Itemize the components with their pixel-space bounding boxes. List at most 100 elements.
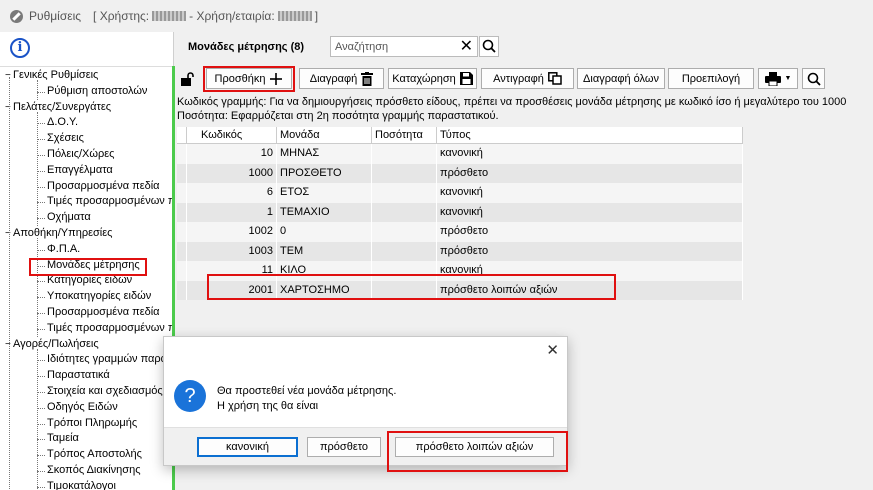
user-label: [ Χρήστης: xyxy=(93,9,150,23)
cell-type[interactable]: κανονική xyxy=(437,183,743,203)
cell-code[interactable]: 1003 xyxy=(187,241,277,261)
column-header-type[interactable]: Τύπος xyxy=(437,127,743,144)
add-button-highlight xyxy=(203,66,295,92)
trash-icon xyxy=(361,71,374,86)
column-header-code[interactable]: Κωδικός γραμμής xyxy=(187,127,277,157)
tree-item[interactable]: Σχέσεις xyxy=(47,131,84,147)
cell-unit[interactable]: ΤΕΜΑΧΙΟ xyxy=(277,202,372,222)
delete-button[interactable]: Διαγραφή xyxy=(299,68,384,89)
tree-item[interactable]: Επαγγέλματα xyxy=(47,163,113,179)
cell-quantity[interactable] xyxy=(372,163,437,183)
tree-item[interactable]: Παραστατικά xyxy=(47,368,110,384)
cell-unit[interactable]: ΠΡΟΣΘΕΤΟ xyxy=(277,163,372,183)
copy-icon xyxy=(547,72,562,85)
tree-item[interactable]: Σκοπός Διακίνησης xyxy=(47,463,141,479)
search-button[interactable] xyxy=(479,36,499,57)
unlock-icon[interactable] xyxy=(180,72,194,86)
cell-code[interactable]: 10 xyxy=(187,144,277,164)
set-default-button[interactable]: Προεπιλογή xyxy=(668,68,754,89)
dialog-message-line1: Θα προστεθεί νέα μονάδα μέτρησης. xyxy=(217,385,397,397)
settings-window: Ρυθμίσεις [ Χρήστης: - Χρήση/εταιρία: ] … xyxy=(0,0,873,490)
tree-item[interactable]: Δ.Ο.Υ. xyxy=(47,115,78,131)
save-button[interactable]: Καταχώρηση xyxy=(388,68,477,89)
clear-search-icon[interactable]: ✕ xyxy=(460,38,473,55)
tree-item[interactable]: Ιδιότητες γραμμών παρα xyxy=(47,352,167,368)
cell-code[interactable]: 6 xyxy=(187,183,277,203)
cell-unit[interactable]: 0 xyxy=(277,222,372,242)
cell-type[interactable]: κανονική xyxy=(437,144,743,164)
cell-unit[interactable]: ΕΤΟΣ xyxy=(277,183,372,203)
cell-type[interactable]: πρόσθετο xyxy=(437,241,743,261)
tree-item[interactable]: Τιμές προσαρμοσμένων π xyxy=(47,194,174,210)
tree-item[interactable]: Ρύθμιση αποστολών xyxy=(47,84,147,100)
delete-button-label: Διαγραφή xyxy=(309,72,358,85)
cell-type[interactable]: κανονική xyxy=(437,202,743,222)
copy-button-label: Αντιγραφή xyxy=(493,72,544,85)
table-row[interactable]: 10 ΜΗΝΑΣ κανονική xyxy=(177,144,743,164)
settings-tree: − Γενικές Ρυθμίσεις Ρύθμιση αποστολών − Πελά… xyxy=(0,66,174,490)
tree-item[interactable]: Τρόποι Πληρωμής xyxy=(47,416,137,432)
table-row[interactable]: 1003 ΤΕΜ πρόσθετο xyxy=(177,241,743,261)
table-row[interactable]: 6 ΕΤΟΣ κανονική xyxy=(177,183,743,203)
row-indicator xyxy=(177,202,187,222)
tree-item[interactable]: Τιμοκατάλογοι xyxy=(47,479,116,490)
print-button[interactable]: ▼ xyxy=(758,68,798,89)
tree-item[interactable]: Τιμές προσαρμοσμένων π xyxy=(47,321,174,337)
row-indicator xyxy=(177,280,187,300)
table-row[interactable]: 1000 ΠΡΟΣΘΕΤΟ πρόσθετο xyxy=(177,163,743,183)
cell-unit[interactable]: ΜΗΝΑΣ xyxy=(277,144,372,164)
cell-quantity[interactable] xyxy=(372,241,437,261)
normal-type-button[interactable]: κανονική xyxy=(197,437,298,457)
cell-quantity[interactable] xyxy=(372,202,437,222)
delete-all-button-label: Διαγραφή όλων xyxy=(583,72,659,85)
cell-quantity[interactable] xyxy=(372,222,437,242)
tree-item[interactable]: Προσαρμοσμένα πεδία xyxy=(47,179,160,195)
cell-code[interactable]: 1002 xyxy=(187,222,277,242)
cell-unit[interactable]: ΤΕΜ xyxy=(277,241,372,261)
tree-item[interactable]: Οδηγός Ειδών xyxy=(47,400,118,416)
column-header-quantity[interactable]: Ποσότητα xyxy=(372,127,437,144)
tree-group[interactable]: Πελάτες/Συνεργάτες xyxy=(13,100,111,116)
tree-item[interactable]: Οχήματα xyxy=(47,210,91,226)
tree-item[interactable]: Ταμεία xyxy=(47,431,79,447)
cell-type[interactable]: πρόσθετο xyxy=(437,163,743,183)
magnifier-icon xyxy=(807,72,821,86)
close-icon[interactable]: ✕ xyxy=(546,342,559,360)
column-header-unit[interactable]: Μονάδα Μέτρησης xyxy=(277,127,372,157)
copy-button[interactable]: Αντιγραφή xyxy=(481,68,574,89)
grid-header-indicator xyxy=(177,127,187,144)
new-row-highlight xyxy=(207,274,616,300)
cell-type[interactable]: πρόσθετο xyxy=(437,222,743,242)
company-label: - Χρήση/εταιρία: xyxy=(189,9,275,23)
tree-group[interactable]: Αποθήκη/Υπηρεσίες xyxy=(13,226,112,242)
cell-code[interactable]: 1 xyxy=(187,202,277,222)
search-input[interactable] xyxy=(331,37,453,56)
delete-all-button[interactable]: Διαγραφή όλων xyxy=(577,68,665,89)
tree-item[interactable]: Φ.Π.Α. xyxy=(47,242,80,258)
row-indicator xyxy=(177,144,187,164)
tree-item[interactable]: Προσαρμοσμένα πεδία xyxy=(47,305,160,321)
floppy-disk-icon xyxy=(459,72,473,85)
table-row[interactable]: 1 ΤΕΜΑΧΙΟ κανονική xyxy=(177,202,743,222)
tree-group[interactable]: Γενικές Ρυθμίσεις xyxy=(13,68,98,84)
tree-item[interactable]: Υποκατηγορίες ειδών xyxy=(47,289,151,305)
tree-item[interactable]: Τρόπος Αποστολής xyxy=(47,447,142,463)
tree-item[interactable]: Πόλεις/Χώρες xyxy=(47,147,114,163)
table-row[interactable]: 1002 0 πρόσθετο xyxy=(177,222,743,242)
cell-quantity[interactable] xyxy=(372,144,437,164)
cell-code[interactable]: 1000 xyxy=(187,163,277,183)
title-bar: Ρυθμίσεις [ Χρήστης: - Χρήση/εταιρία: ] xyxy=(0,0,873,32)
row-indicator xyxy=(177,241,187,261)
question-icon: ? xyxy=(174,380,206,412)
search-icon xyxy=(482,39,496,53)
tree-item[interactable]: Στοιχεία και σχεδιασμός π xyxy=(47,384,173,400)
cell-quantity[interactable] xyxy=(372,183,437,203)
save-button-label: Καταχώρηση xyxy=(392,72,456,85)
company-redacted xyxy=(277,11,312,21)
additional-type-button[interactable]: πρόσθετο xyxy=(307,437,381,457)
dialog-button-highlight xyxy=(387,431,568,472)
info-icon[interactable]: i xyxy=(10,38,30,58)
zoom-button[interactable] xyxy=(802,68,825,89)
row-indicator xyxy=(177,163,187,183)
tree-group[interactable]: Αγορές/Πωλήσεις xyxy=(13,337,99,353)
